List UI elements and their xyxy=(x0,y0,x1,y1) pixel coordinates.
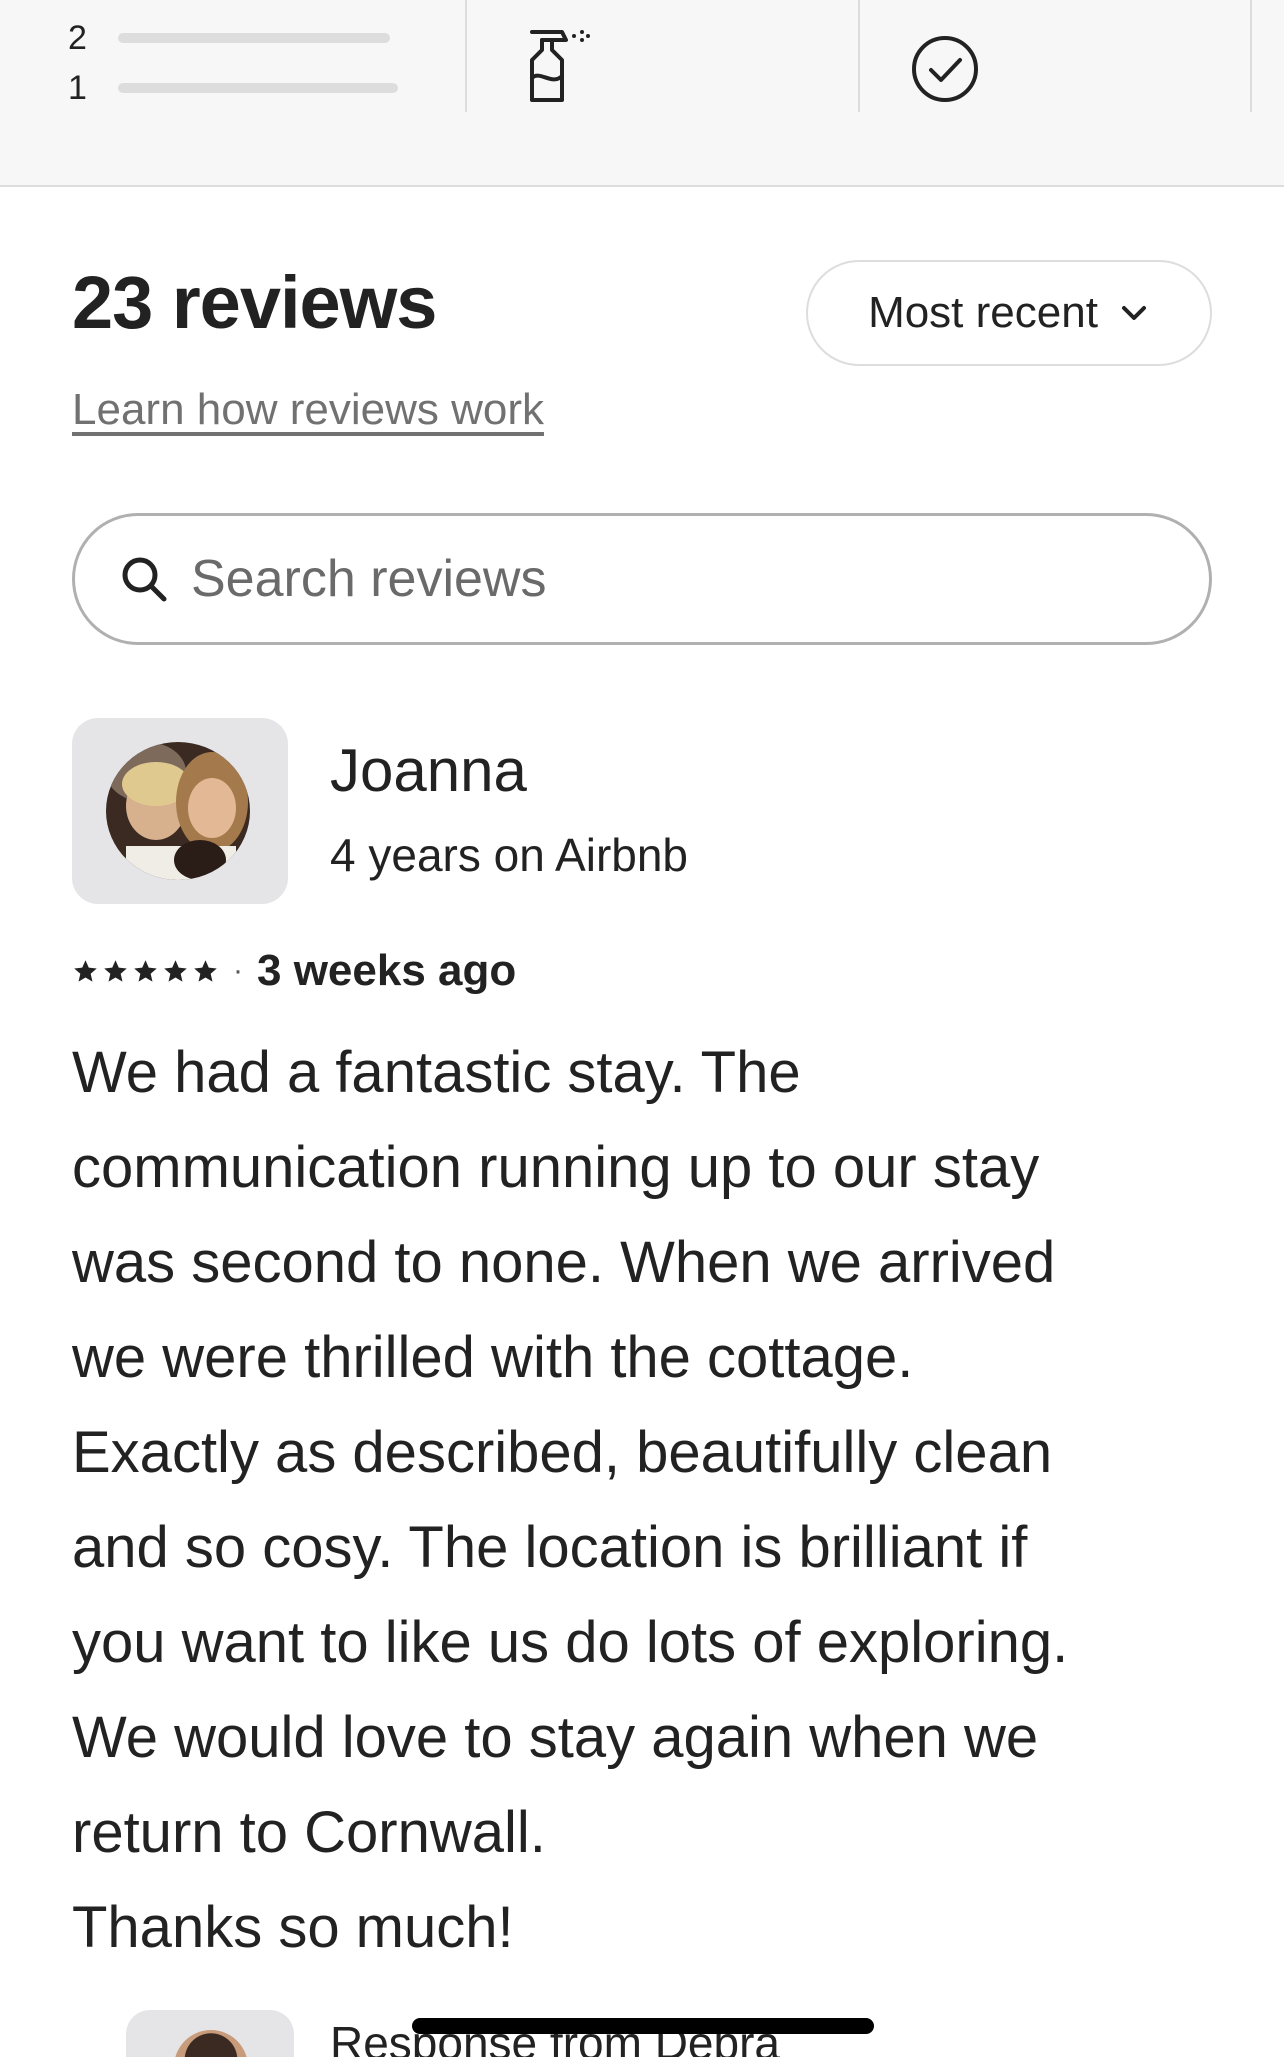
star-icon xyxy=(194,959,217,982)
reviewer-tenure: 4 years on Airbnb xyxy=(330,829,689,881)
reviews-page: 3 2 1 23 reviews Most recent xyxy=(0,0,1284,2057)
rating-bar xyxy=(118,83,398,93)
search-icon xyxy=(122,557,167,602)
review-text-line: We would love to stay again when we xyxy=(72,1705,1039,1770)
category-divider xyxy=(858,0,860,112)
reviews-count-title: 23 reviews xyxy=(72,261,437,344)
star-icon xyxy=(164,959,187,982)
review-text-line: was second to none. When we arrived xyxy=(72,1230,1056,1295)
chevron-down-icon xyxy=(1121,306,1146,320)
spray-bottle-icon xyxy=(530,30,590,102)
rating-row-label: 3 xyxy=(68,0,98,8)
review-text-line: return to Cornwall. xyxy=(72,1800,546,1865)
review-text-line: and so cosy. The location is brilliant i… xyxy=(72,1515,1028,1580)
check-circle-icon xyxy=(912,36,978,102)
learn-how-reviews-work-link[interactable]: Learn how reviews work xyxy=(72,385,544,435)
review-text-line: you want to like us do lots of exploring… xyxy=(72,1610,1069,1675)
host-avatar xyxy=(174,2030,248,2057)
search-reviews-field[interactable] xyxy=(72,513,1212,645)
review-text-line: Thanks so much! xyxy=(72,1895,514,1960)
reviewer-name[interactable]: Joanna xyxy=(330,736,527,805)
review-meta: · 3 weeks ago xyxy=(72,946,516,996)
star-icon xyxy=(134,959,157,982)
review-text-line: communication running up to our stay xyxy=(72,1135,1040,1200)
avatar xyxy=(106,742,250,880)
review-text-line: we were thrilled with the cottage. xyxy=(72,1325,914,1390)
star-icon xyxy=(104,959,127,982)
reviewer-avatar-tile[interactable] xyxy=(72,718,288,904)
rating-row-2: 2 xyxy=(68,18,390,58)
category-divider xyxy=(465,0,467,112)
rating-row-label: 1 xyxy=(68,68,87,107)
review-date: 3 weeks ago xyxy=(257,946,517,995)
star-icon xyxy=(74,959,97,982)
category-divider xyxy=(1250,0,1252,112)
rating-bar xyxy=(118,33,390,43)
star-rating xyxy=(72,958,219,985)
review-text: We had a fantastic stay. The communicati… xyxy=(72,1025,1232,1975)
rating-row-label: 2 xyxy=(68,18,87,57)
sort-dropdown-button[interactable]: Most recent xyxy=(806,260,1212,366)
rating-row-1: 1 xyxy=(68,68,398,108)
sort-label: Most recent xyxy=(868,288,1098,337)
host-avatar-tile[interactable] xyxy=(126,2010,294,2057)
rating-summary-strip: 3 2 1 xyxy=(0,0,1284,187)
review-text-line: We had a fantastic stay. The xyxy=(72,1040,801,1105)
review-text-line: Exactly as described, beautifully clean xyxy=(72,1420,1053,1485)
home-indicator[interactable] xyxy=(412,2018,874,2034)
search-input[interactable] xyxy=(191,549,1091,609)
rating-row-partial: 3 xyxy=(68,0,98,8)
meta-separator: · xyxy=(233,954,243,987)
